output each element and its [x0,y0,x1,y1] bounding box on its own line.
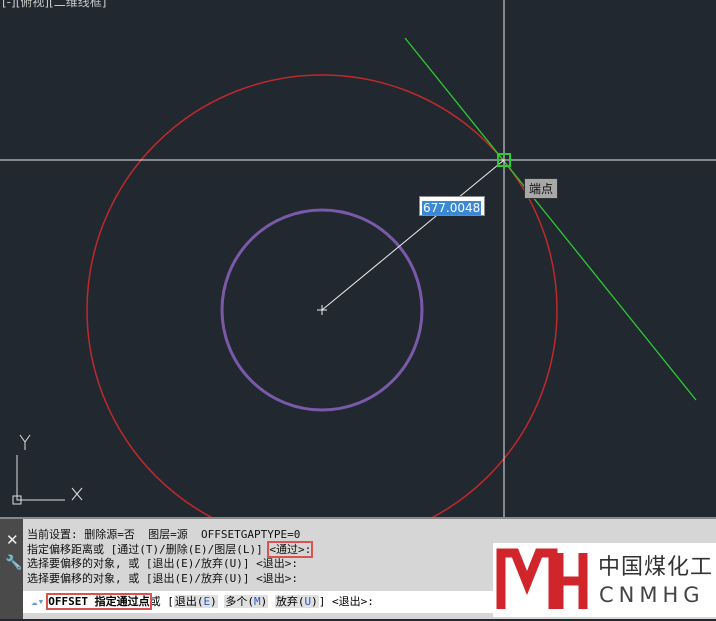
wrench-icon[interactable]: 🔧 [5,555,22,571]
dynamic-input-field[interactable]: 677.0048 [419,196,485,216]
history-line: 指定偏移距离或 [通过(T)/删除(E)/图层(L)] <通过>: [27,540,314,558]
option-multiple[interactable]: 多个(M) [224,595,269,608]
cloud-icon[interactable]: ☁▾ [31,595,44,608]
history-line: 选择要偏移的对象, 或 [退出(E)/放弃(U)] <退出>: [27,557,298,570]
distance-value[interactable]: 677.0048 [422,201,482,215]
option-undo[interactable]: 放弃(U) [274,595,319,608]
command-history: 当前设置: 删除源=否 图层=源 OFFSETGAPTYPE=0 指定偏移距离或 … [27,528,314,586]
viewport-controls[interactable]: [-][俯视][二维线框] [2,0,106,10]
history-line: 当前设置: 删除源=否 图层=源 OFFSETGAPTYPE=0 [27,528,301,541]
watermark-cn: 中国煤化工 [598,555,714,580]
green-line[interactable] [404,37,697,401]
outer-circle[interactable] [86,74,558,517]
watermark-logo: 中国煤化工 CNMHG [493,543,716,617]
rubber-band-line [321,159,505,311]
highlight-box: <通过>: [267,540,314,558]
command-prompt: OFFSET 指定通过点 [46,593,152,610]
prompt-suffix: ] <退出>: [318,595,374,608]
mh-logo-mark [496,548,588,609]
ucs-icon [12,434,83,505]
close-icon[interactable]: ✕ [6,531,19,549]
option-exit[interactable]: 退出(E) [173,595,218,608]
command-sidebar: ✕ 🔧 [0,519,23,619]
snap-tooltip: 端点 [524,178,559,199]
drawing-canvas[interactable] [0,0,716,517]
watermark-en: CNMHG [599,583,705,607]
prompt-tail: 或 [ [149,595,174,608]
history-line: 选择要偏移的对象, 或 [退出(E)/放弃(U)] <退出>: [27,571,298,585]
